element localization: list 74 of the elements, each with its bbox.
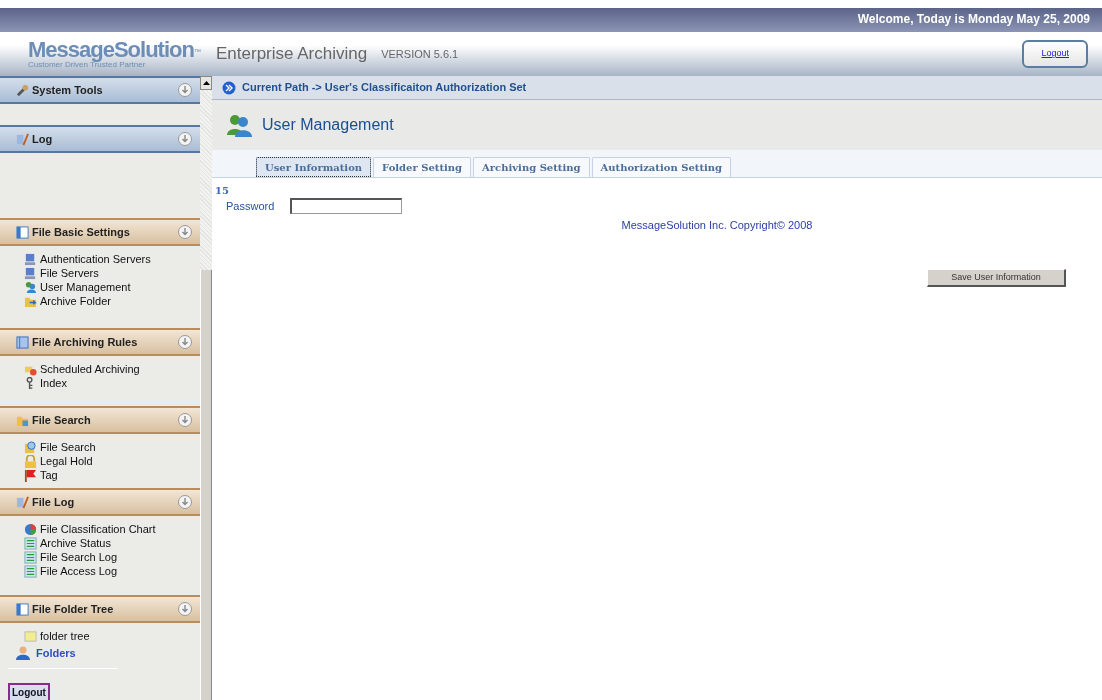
checklist-icon: [24, 536, 37, 550]
menu-item[interactable]: File Search Log: [0, 550, 200, 564]
tab[interactable]: Archiving Setting: [473, 157, 590, 177]
section-header[interactable]: File Basic Settings: [0, 218, 200, 246]
product-name: Enterprise Archiving: [216, 43, 368, 66]
section-title: Log: [32, 131, 53, 147]
tab[interactable]: Folder Setting: [373, 157, 472, 177]
collapse-icon[interactable]: [178, 225, 192, 239]
monitor-icon: [24, 252, 37, 266]
logout-button[interactable]: Logout: [8, 683, 50, 700]
section-header[interactable]: File Log: [0, 488, 200, 516]
menu-item[interactable]: folder tree: [0, 629, 200, 643]
welcome-text: Welcome, Today is Monday May 25, 2009: [857, 12, 1090, 26]
note-icon: [24, 629, 37, 643]
collapse-icon[interactable]: [178, 83, 192, 97]
section-title: File Folder Tree: [32, 601, 114, 617]
menu-item[interactable]: User Management: [0, 280, 200, 294]
menu-item[interactable]: Scheduled Archiving: [0, 362, 200, 376]
person-icon: [16, 646, 30, 660]
section-header[interactable]: File Search: [0, 406, 200, 434]
scroll-up-button[interactable]: [200, 76, 212, 90]
copyright-text: MessageSolution Inc. Copyright© 2008: [620, 217, 814, 233]
section-title: File Log: [32, 494, 75, 510]
menu-item[interactable]: File Servers: [0, 266, 200, 280]
users-icon: [226, 113, 252, 137]
password-field[interactable]: [290, 198, 403, 215]
save-button[interactable]: Save User Information: [927, 269, 1066, 287]
section-header[interactable]: Log: [0, 125, 200, 153]
monitor-icon: [24, 266, 37, 280]
menu-item[interactable]: Tag: [0, 468, 200, 482]
collapse-icon[interactable]: [178, 132, 192, 146]
menu-item[interactable]: File Classification Chart: [0, 522, 200, 536]
search-icon: [24, 440, 37, 454]
section-title: File Basic Settings: [32, 224, 130, 240]
checklist-icon: [24, 550, 37, 564]
breadcrumb-text: Current Path -> User's Classificaiton Authorization Set: [242, 80, 527, 96]
section-title: File Archiving Rules: [32, 334, 138, 350]
menu-item[interactable]: Legal Hold: [0, 454, 200, 468]
collapse-icon[interactable]: [178, 413, 192, 427]
menu-item[interactable]: Archive Status: [0, 536, 200, 550]
tools-icon: [16, 83, 29, 97]
logo: MessageSolution$^{™}$ Customer Driven Trusted Partner: [27, 39, 200, 69]
log-icon: [16, 132, 29, 146]
logout-button[interactable]: Logout: [1022, 40, 1088, 68]
pie-chart-icon: [24, 522, 37, 536]
menu-item[interactable]: Authentication Servers: [0, 252, 200, 266]
scrollbar-thumb[interactable]: [200, 270, 212, 700]
folders-link[interactable]: Folders: [0, 643, 200, 663]
collapse-icon[interactable]: [178, 495, 192, 509]
section-title: File Search: [32, 412, 91, 428]
book-icon: [16, 335, 29, 349]
password-label: Password: [226, 199, 275, 214]
section-header[interactable]: File Folder Tree: [0, 595, 200, 623]
users-icon: [24, 280, 37, 294]
lock-icon: [24, 454, 37, 468]
menu-item[interactable]: File Access Log: [0, 564, 200, 578]
menu-item[interactable]: Index: [0, 376, 200, 390]
collapse-icon[interactable]: [178, 602, 192, 616]
tab[interactable]: User Information: [256, 157, 372, 177]
flag-icon: [24, 468, 37, 482]
user-id: 15: [215, 184, 230, 198]
up-arrow-icon: [202, 81, 210, 85]
section-header[interactable]: System Tools: [0, 76, 200, 104]
section-title: System Tools: [32, 82, 103, 98]
menu-item[interactable]: File Search: [0, 440, 200, 454]
section-header[interactable]: File Archiving Rules: [0, 328, 200, 356]
version-text: VERSION 5.6.1: [381, 46, 459, 62]
collapse-icon[interactable]: [178, 335, 192, 349]
page-title: User Management: [262, 115, 394, 135]
checklist-icon: [24, 564, 37, 578]
log-icon: [16, 495, 29, 509]
tab[interactable]: Authorization Setting: [591, 157, 732, 177]
double-arrow-icon: [222, 80, 236, 95]
menu-item[interactable]: Archive Folder: [0, 294, 200, 308]
